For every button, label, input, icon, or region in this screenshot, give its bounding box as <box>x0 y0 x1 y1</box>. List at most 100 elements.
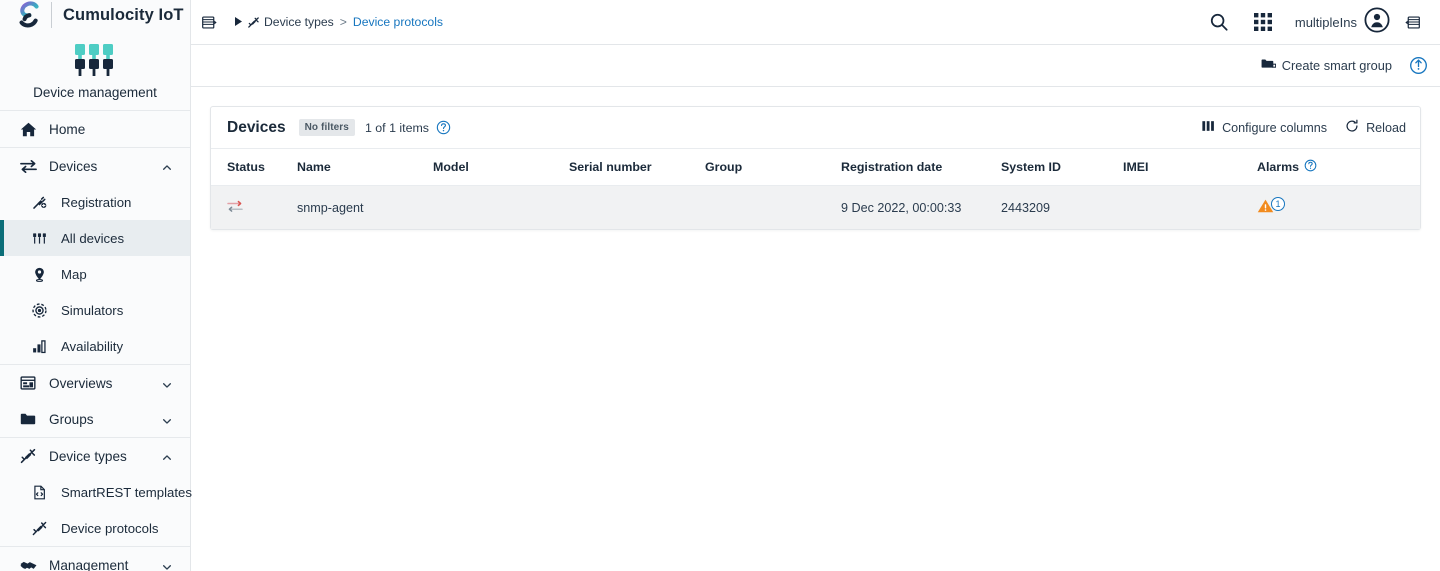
help-circle-icon[interactable] <box>436 120 451 135</box>
filter-badge[interactable]: No filters <box>298 119 355 136</box>
user-name: multipleIns <box>1294 14 1357 30</box>
cell-imei <box>1123 185 1257 229</box>
cell-alarms[interactable]: 1 <box>1257 185 1420 229</box>
configure-columns-label: Configure columns <box>1222 120 1328 135</box>
sidebar: Cumulocity IoT Device management Home De… <box>0 0 192 571</box>
chevron-up-icon[interactable] <box>162 451 172 461</box>
chevron-down-icon[interactable] <box>162 560 172 570</box>
caret-right-icon[interactable] <box>235 16 242 28</box>
registration-plug-icon <box>28 192 50 212</box>
columns-icon <box>1202 120 1215 135</box>
sidebar-item-label: Registration <box>61 194 132 210</box>
column-header-alarms[interactable]: Alarms <box>1257 149 1420 186</box>
sidebar-item-management[interactable]: Management <box>0 547 190 571</box>
app-grid-icon[interactable] <box>1241 0 1285 44</box>
table-row[interactable]: snmp-agent 9 Dec 2022, 00:00:33 2443209 <box>211 185 1420 229</box>
chevron-up-icon[interactable] <box>162 161 172 171</box>
configure-columns-button[interactable]: Configure columns <box>1202 120 1327 135</box>
brand-divider <box>51 2 52 28</box>
device-types-icon <box>247 16 260 29</box>
top-bar: Device types > Device protocols multiple… <box>191 0 1440 45</box>
page-title: Devices <box>227 118 286 136</box>
chevron-down-icon[interactable] <box>162 378 172 388</box>
column-header-status[interactable]: Status <box>211 149 297 186</box>
sidebar-item-simulators[interactable]: Simulators <box>0 292 190 328</box>
availability-bars-icon <box>28 336 50 356</box>
cell-model <box>433 185 569 229</box>
product-title: Cumulocity IoT <box>63 5 184 24</box>
create-smart-group-label: Create smart group <box>1281 58 1392 73</box>
column-header-serial-number[interactable]: Serial number <box>569 149 705 186</box>
app-switcher[interactable]: Device management <box>0 30 190 110</box>
sidebar-item-registration[interactable]: Registration <box>0 184 190 220</box>
cell-status <box>211 185 297 229</box>
breadcrumb-separator: > <box>339 15 347 29</box>
cumulocity-logo-icon <box>14 0 44 30</box>
sidebar-item-map[interactable]: Map <box>0 256 190 292</box>
refresh-icon <box>1345 119 1359 136</box>
reload-button[interactable]: Reload <box>1345 119 1406 136</box>
devices-table: Status Name Model Serial number Group Re… <box>211 149 1420 229</box>
smartrest-template-icon <box>28 482 50 502</box>
column-header-alarms-label: Alarms <box>1257 160 1300 174</box>
sidebar-item-device-protocols[interactable]: Device protocols <box>0 510 190 546</box>
sidebar-item-label: Availability <box>61 338 124 354</box>
sidebar-item-overviews[interactable]: Overviews <box>0 365 190 401</box>
user-menu[interactable]: multipleIns <box>1285 6 1390 38</box>
sidebar-item-groups[interactable]: Groups <box>0 401 190 437</box>
sidebar-item-availability[interactable]: Availability <box>0 328 190 364</box>
cell-registration-date: 9 Dec 2022, 00:00:33 <box>841 185 1001 229</box>
cell-name[interactable]: snmp-agent <box>297 185 433 229</box>
search-icon[interactable] <box>1197 0 1241 44</box>
sidebar-item-all-devices[interactable]: All devices <box>0 220 190 256</box>
table-header-row: Status Name Model Serial number Group Re… <box>211 149 1420 186</box>
sidebar-item-smartrest-templates[interactable]: SmartREST templates <box>0 474 192 510</box>
sidebar-item-label: Overviews <box>49 375 113 391</box>
sidebar-nav: Home Devices Registration All devices Ma… <box>0 110 192 571</box>
column-header-imei[interactable]: IMEI <box>1123 149 1257 186</box>
action-bar: Create smart group <box>191 45 1440 87</box>
sidebar-item-label: Management <box>49 557 129 571</box>
devices-card: Devices No filters 1 of 1 items Configur… <box>210 106 1421 230</box>
sidebar-item-devices[interactable]: Devices <box>0 148 190 184</box>
cell-serial-number <box>569 185 705 229</box>
chevron-down-icon[interactable] <box>162 414 172 424</box>
devices-table-body: snmp-agent 9 Dec 2022, 00:00:33 2443209 <box>211 185 1420 229</box>
collapse-sidebar-icon[interactable] <box>194 7 224 37</box>
reload-label: Reload <box>1366 120 1406 135</box>
cell-group <box>705 185 841 229</box>
breadcrumb: Device types > Device protocols <box>235 15 443 29</box>
column-header-name[interactable]: Name <box>297 149 433 186</box>
column-header-group[interactable]: Group <box>705 149 841 186</box>
help-circle-icon[interactable] <box>1304 159 1317 175</box>
user-avatar-icon <box>1364 6 1390 38</box>
cell-system-id: 2443209 <box>1001 185 1123 229</box>
breadcrumb-current[interactable]: Device protocols <box>353 15 443 29</box>
groups-folder-icon <box>17 409 39 429</box>
main-area: Device types > Device protocols multiple… <box>191 0 1440 571</box>
devices-transfer-icon <box>17 156 39 176</box>
breadcrumb-root[interactable]: Device types <box>264 15 334 29</box>
sidebar-item-label: Groups <box>49 411 94 427</box>
app-name: Device management <box>33 85 157 100</box>
devices-card-actions: Configure columns Reload <box>1202 119 1406 136</box>
device-management-icon <box>71 40 119 80</box>
brand-header: Cumulocity IoT <box>0 0 190 30</box>
map-pin-icon <box>28 264 50 284</box>
all-devices-icon <box>28 228 50 248</box>
create-smart-group-button[interactable]: Create smart group <box>1261 57 1392 74</box>
column-header-system-id[interactable]: System ID <box>1001 149 1123 186</box>
management-handshake-icon <box>17 555 39 571</box>
sidebar-item-home[interactable]: Home <box>0 111 190 147</box>
sidebar-item-label: All devices <box>61 230 125 246</box>
application-root: Cumulocity IoT Device management Home De… <box>0 0 1440 571</box>
column-header-model[interactable]: Model <box>433 149 569 186</box>
right-drawer-icon[interactable] <box>1390 0 1434 44</box>
column-header-registration-date[interactable]: Registration date <box>841 149 1001 186</box>
alarm-indicator[interactable]: 1 <box>1257 196 1285 217</box>
help-circle-icon[interactable] <box>1408 56 1428 76</box>
sidebar-item-label: Device types <box>49 448 127 464</box>
sidebar-item-device-types[interactable]: Device types <box>0 438 190 474</box>
simulators-icon <box>28 300 50 320</box>
connectivity-status-icon <box>227 200 243 216</box>
